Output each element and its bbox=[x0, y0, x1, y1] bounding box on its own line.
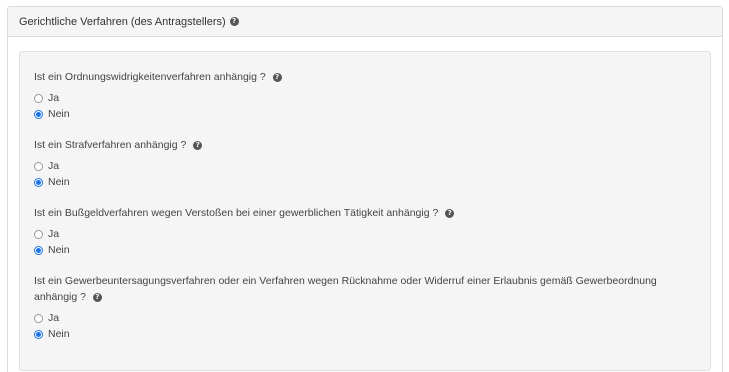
radio-button-checked[interactable] bbox=[34, 109, 43, 119]
question-text: Ist ein Strafverfahren anhängig ? bbox=[34, 139, 187, 151]
question-text-line2: anhängig ? bbox=[34, 291, 86, 303]
radio-button-checked[interactable] bbox=[34, 177, 43, 187]
court-proceedings-panel: Gerichtliche Verfahren (des Antragstelle… bbox=[7, 6, 723, 372]
question-strafverfahren: Ist ein Strafverfahren anhängig ? ? bbox=[34, 137, 698, 153]
radio-label: Ja bbox=[48, 312, 60, 324]
radio-option-ja[interactable]: Ja bbox=[34, 91, 59, 105]
radio-option-nein[interactable]: Nein bbox=[34, 243, 70, 257]
question-text: Ist ein Bußgeldverfahren wegen Verstoßen… bbox=[34, 207, 439, 219]
radio-button[interactable] bbox=[34, 161, 43, 171]
radio-label: Ja bbox=[48, 160, 60, 172]
question-text: Ist ein Ordnungswidrigkeitenverfahren an… bbox=[34, 71, 266, 83]
radio-button[interactable] bbox=[34, 313, 43, 323]
radio-button-checked[interactable] bbox=[34, 329, 43, 339]
radio-label: Nein bbox=[48, 244, 70, 256]
radio-option-nein[interactable]: Nein bbox=[34, 327, 70, 341]
radio-label: Nein bbox=[48, 328, 70, 340]
help-icon[interactable]: ? bbox=[272, 72, 282, 82]
radio-option-nein[interactable]: Nein bbox=[34, 107, 70, 121]
question-bussgeldverfahren: Ist ein Bußgeldverfahren wegen Verstoßen… bbox=[34, 205, 698, 221]
radio-label: Ja bbox=[48, 92, 60, 104]
question-text-line1: Ist ein Gewerbeuntersagungsverfahren ode… bbox=[34, 275, 657, 287]
panel-title: Gerichtliche Verfahren (des Antragstelle… bbox=[19, 15, 226, 28]
question-ordnungswidrigkeit: Ist ein Ordnungswidrigkeitenverfahren an… bbox=[34, 69, 698, 85]
radio-option-ja[interactable]: Ja bbox=[34, 159, 59, 173]
radio-option-ja[interactable]: Ja bbox=[34, 311, 59, 325]
help-icon[interactable]: ? bbox=[193, 140, 203, 150]
radio-button[interactable] bbox=[34, 93, 43, 103]
panel-heading: Gerichtliche Verfahren (des Antragstelle… bbox=[8, 7, 722, 37]
help-icon[interactable]: ? bbox=[445, 208, 455, 218]
question-gewerbeuntersagung: Ist ein Gewerbeuntersagungsverfahren ode… bbox=[34, 273, 698, 305]
radio-option-nein[interactable]: Nein bbox=[34, 175, 70, 189]
radio-label: Ja bbox=[48, 228, 60, 240]
radio-option-ja[interactable]: Ja bbox=[34, 227, 59, 241]
questions-well: Ist ein Ordnungswidrigkeitenverfahren an… bbox=[19, 51, 711, 371]
radio-label: Nein bbox=[48, 176, 70, 188]
radio-label: Nein bbox=[48, 108, 70, 120]
radio-button[interactable] bbox=[34, 229, 43, 239]
radio-button-checked[interactable] bbox=[34, 245, 43, 255]
help-icon[interactable]: ? bbox=[92, 292, 102, 302]
help-icon[interactable]: ? bbox=[229, 17, 239, 26]
